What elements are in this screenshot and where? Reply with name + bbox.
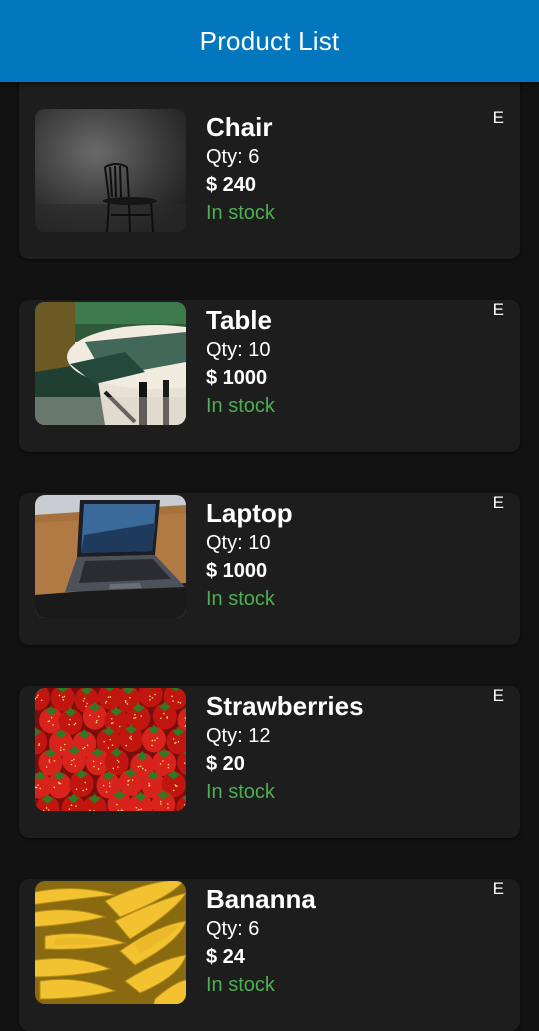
edit-button[interactable]: E xyxy=(493,300,504,320)
product-qty: Qty: 12 xyxy=(206,725,271,747)
product-list[interactable]: Chair Qty: 6 $ 240 In stock E Table Qty:… xyxy=(0,82,539,1031)
product-price: $ 20 xyxy=(206,753,245,775)
product-qty: Qty: 10 xyxy=(206,532,271,554)
app-root: Product List Chair Qty: 6 $ 240 In stock… xyxy=(0,0,539,1031)
product-image-chair xyxy=(35,109,186,232)
product-name: Chair xyxy=(206,112,273,142)
edit-button[interactable]: E xyxy=(493,879,504,899)
product-card[interactable]: Bananna Qty: 6 $ 24 In stock E xyxy=(19,879,520,1031)
product-name: Bananna xyxy=(206,884,316,914)
product-name: Laptop xyxy=(206,498,293,528)
product-qty: Qty: 6 xyxy=(206,918,260,940)
product-card[interactable]: Laptop Qty: 10 $ 1000 In stock E xyxy=(19,493,520,645)
page-title: Product List xyxy=(199,25,340,56)
product-qty: Qty: 10 xyxy=(206,339,271,361)
product-card[interactable]: Strawberries Qty: 12 $ 20 In stock E xyxy=(19,686,520,838)
product-name: Table xyxy=(206,305,272,335)
product-price: $ 1000 xyxy=(206,367,268,389)
stock-status: In stock xyxy=(206,974,275,996)
stock-status: In stock xyxy=(206,395,275,417)
product-info: Chair Qty: 6 $ 240 In stock xyxy=(206,111,275,227)
product-info: Strawberries Qty: 12 $ 20 In stock xyxy=(206,690,364,806)
stock-status: In stock xyxy=(206,588,275,610)
product-price: $ 24 xyxy=(206,946,245,968)
product-image-table xyxy=(35,302,186,425)
product-card[interactable]: Table Qty: 10 $ 1000 In stock E xyxy=(19,300,520,452)
product-price: $ 1000 xyxy=(206,560,268,582)
app-bar: Product List xyxy=(0,0,539,82)
product-card[interactable]: Chair Qty: 6 $ 240 In stock E xyxy=(19,82,520,259)
product-price: $ 240 xyxy=(206,174,257,196)
product-info: Bananna Qty: 6 $ 24 In stock xyxy=(206,883,316,999)
product-info: Laptop Qty: 10 $ 1000 In stock xyxy=(206,497,293,613)
product-image-laptop xyxy=(35,495,186,618)
product-image-strawberries xyxy=(35,688,186,811)
edit-button[interactable]: E xyxy=(493,493,504,513)
product-name: Strawberries xyxy=(206,691,364,721)
stock-status: In stock xyxy=(206,781,275,803)
stock-status: In stock xyxy=(206,202,275,224)
edit-button[interactable]: E xyxy=(493,108,504,128)
product-info: Table Qty: 10 $ 1000 In stock xyxy=(206,304,275,420)
edit-button[interactable]: E xyxy=(493,686,504,706)
product-image-bananas xyxy=(35,881,186,1004)
product-qty: Qty: 6 xyxy=(206,146,260,168)
